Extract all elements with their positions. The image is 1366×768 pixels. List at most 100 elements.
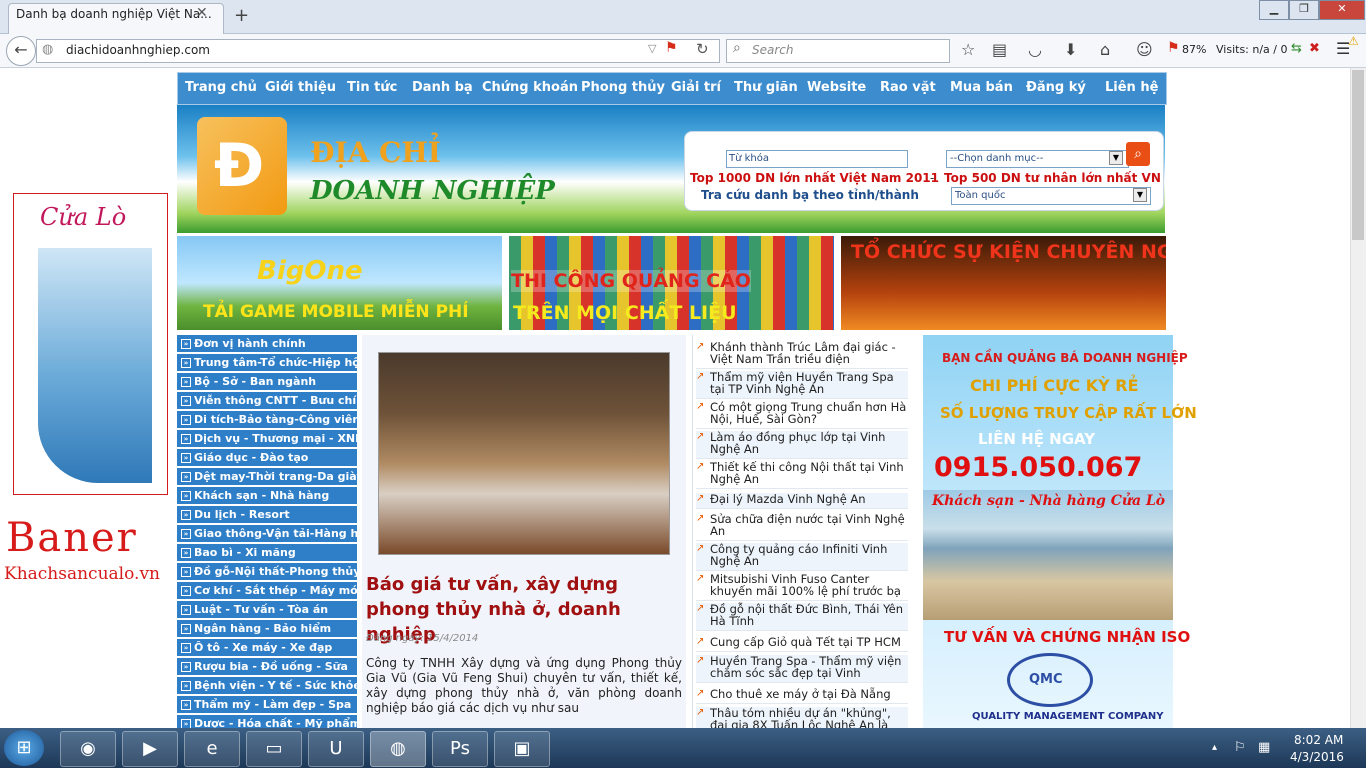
menu-tin-tuc[interactable]: Tin tức [347, 80, 397, 95]
menu-mua-ban[interactable]: Mua bán [950, 80, 1013, 95]
news-item[interactable]: ↗ Mitsubishi Vinh Fuso Canter khuyến mãi … [696, 573, 908, 601]
scrollbar-thumb[interactable] [1352, 70, 1364, 240]
news-item[interactable]: ↗ Sửa chữa điện nước tại Vinh Nghệ An [696, 513, 908, 541]
category-item[interactable]: » Dịch vụ - Thương mại - XNK [177, 430, 357, 449]
clock-date[interactable]: 4/3/2016 [1290, 750, 1344, 764]
unikey-icon[interactable]: U [308, 731, 364, 767]
category-item[interactable]: » Giáo dục - Đào tạo [177, 449, 357, 468]
category-item[interactable]: » Ô tô - Xe máy - Xe đạp [177, 639, 357, 658]
category-item[interactable]: » Luật - Tư vấn - Tòa án [177, 601, 357, 620]
bookmark-star-icon[interactable]: ☆ [961, 40, 975, 59]
pocket-icon[interactable]: ◡ [1028, 40, 1042, 59]
category-item[interactable]: » Khách sạn - Nhà hàng [177, 487, 357, 506]
menu-giai-tri[interactable]: Giải trí [671, 80, 721, 95]
menu-lien-he[interactable]: Liên hệ [1105, 80, 1158, 95]
menu-dang-ky[interactable]: Đăng ký [1026, 80, 1086, 95]
firefox-icon[interactable]: ◍ [370, 731, 426, 767]
news-link[interactable]: Cho thuê xe máy ở tại Đà Nẵng [710, 688, 908, 700]
news-link[interactable]: Thẩm mỹ viện Huyền Trang Spa tại TP Vinh… [710, 371, 908, 395]
chevron-down-icon[interactable]: ▼ [1133, 188, 1147, 202]
clock-time[interactable]: 8:02 AM [1294, 733, 1343, 747]
news-link[interactable]: Đại lý Mazda Vinh Nghệ An [710, 493, 908, 505]
category-item[interactable]: » Bộ - Sở - Ban ngành [177, 373, 357, 392]
chevron-down-icon[interactable]: ▼ [1109, 151, 1123, 165]
banner-to-chuc-su-kien[interactable]: TỔ CHỨC SỰ KIỆN CHUYÊN NGHIỆP [841, 236, 1166, 330]
category-item[interactable]: » Viễn thông CNTT - Bưu chính [177, 392, 357, 411]
minimize-icon[interactable]: ▁ [1259, 0, 1289, 20]
menu-danh-ba[interactable]: Danh bạ [412, 80, 473, 95]
network-icon[interactable]: ▦ [1258, 740, 1270, 755]
top1000-link[interactable]: Top 1000 DN lớn nhất Việt Nam 2011 [690, 171, 939, 185]
news-item[interactable]: ↗ Cung cấp Giỏ quà Tết tại TP HCM [696, 636, 908, 652]
search-submit-icon[interactable]: ⌕ [1126, 142, 1150, 166]
dropdown-icon[interactable]: ▽ [648, 42, 656, 55]
stop-icon[interactable]: ✖ [1309, 41, 1320, 56]
news-item[interactable]: ↗ Làm áo đồng phục lớp tại Vinh Nghệ An [696, 431, 908, 459]
ad-phone-number[interactable]: 0915.050.067 [934, 452, 1142, 483]
news-link[interactable]: Thâu tóm nhiều dự án "khủng", đại gia 8X… [710, 707, 908, 728]
new-tab-icon[interactable]: + [234, 5, 249, 26]
chrome-icon[interactable]: ◉ [60, 731, 116, 767]
reading-list-icon[interactable]: ▤ [992, 40, 1007, 59]
file-explorer-icon[interactable]: ▭ [246, 731, 302, 767]
news-link[interactable]: Thiết kế thi công Nội thất tại Vinh Nghệ… [710, 461, 908, 485]
banner-thi-cong-quang-cao[interactable]: THI CÔNG QUẢNG CÁO TRÊN MỌI CHẤT LIỆU [509, 236, 834, 330]
windows-start-icon[interactable]: ⊞ [4, 730, 44, 766]
menu-thu-gian[interactable]: Thư giãn [734, 80, 798, 95]
category-item[interactable]: » Di tích-Bảo tàng-Công viên [177, 411, 357, 430]
photo-viewer-icon[interactable]: ▣ [494, 731, 550, 767]
province-select[interactable]: Toàn quốc [951, 187, 1151, 205]
home-icon[interactable]: ⌂ [1100, 40, 1110, 59]
back-arrow-icon[interactable]: ← [6, 36, 36, 66]
top500-link[interactable]: Top 500 DN tư nhân lớn nhất VN [944, 171, 1161, 185]
category-item[interactable]: » Đơn vị hành chính [177, 335, 357, 354]
news-link[interactable]: Khánh thành Trúc Lâm đại giác - Việt Nam… [710, 341, 908, 365]
news-item[interactable]: ↗ Cho thuê xe máy ở tại Đà Nẵng [696, 688, 908, 704]
category-item[interactable]: » Trung tâm-Tổ chức-Hiệp hội [177, 354, 357, 373]
media-player-icon[interactable]: ▶ [122, 731, 178, 767]
photoshop-icon[interactable]: Ps [432, 731, 488, 767]
news-link[interactable]: Mitsubishi Vinh Fuso Canter khuyến mãi 1… [710, 573, 908, 597]
category-item[interactable]: » Thẩm mỹ - Làm đẹp - Spa [177, 696, 357, 715]
menu-trang-chu[interactable]: Trang chủ [185, 80, 257, 95]
category-item[interactable]: » Dệt may-Thời trang-Da giày [177, 468, 357, 487]
search-placeholder[interactable]: Search [752, 43, 794, 57]
flag-icon[interactable]: ⚑ [665, 40, 678, 56]
category-select[interactable]: --Chọn danh mục-- [946, 150, 1129, 168]
category-item[interactable]: » Bệnh viện - Y tế - Sức khỏe [177, 677, 357, 696]
news-item[interactable]: ↗ Đại lý Mazda Vinh Nghệ An [696, 493, 908, 509]
news-item[interactable]: ↗ Công ty quảng cáo Infiniti Vinh Nghệ An [696, 543, 908, 571]
menu-chung-khoan[interactable]: Chứng khoán [482, 80, 578, 95]
menu-gioi-thieu[interactable]: Giới thiệu [265, 80, 336, 95]
news-item[interactable]: ↗ Thâu tóm nhiều dự án "khủng", đại gia 8… [696, 707, 908, 729]
action-center-icon[interactable]: ⚐ [1234, 740, 1246, 755]
category-item[interactable]: » Bao bì - Xi măng [177, 544, 357, 563]
news-link[interactable]: Sửa chữa điện nước tại Vinh Nghệ An [710, 513, 908, 537]
menu-website[interactable]: Website [807, 80, 866, 95]
news-link[interactable]: Cung cấp Giỏ quà Tết tại TP HCM [710, 636, 908, 648]
banner-bigone-game[interactable]: BigOne TẢI GAME MOBILE MIỄN PHÍ [177, 236, 502, 330]
category-item[interactable]: » Cơ khí - Sắt thép - Máy móc [177, 582, 357, 601]
menu-phong-thuy[interactable]: Phong thủy [581, 80, 665, 95]
category-item[interactable]: » Giao thông-Vận tải-Hàng hải [177, 525, 357, 544]
chat-icon[interactable]: ☺ [1136, 40, 1153, 59]
news-item[interactable]: ↗ Có một giọng Trung chuẩn hơn Hà Nội, Hu… [696, 401, 908, 429]
internet-explorer-icon[interactable]: e [184, 731, 240, 767]
reload-icon[interactable]: ↻ [696, 40, 709, 58]
tray-expand-icon[interactable]: ▴ [1212, 742, 1217, 753]
url-text[interactable]: diachidoanhnghiep.com [66, 43, 210, 57]
category-item[interactable]: » Ngân hàng - Bảo hiểm [177, 620, 357, 639]
keyword-input[interactable]: Từ khóa [726, 150, 908, 168]
news-item[interactable]: ↗ Thẩm mỹ viện Huyền Trang Spa tại TP Vin… [696, 371, 908, 399]
tab-close-icon[interactable]: ✕ [196, 5, 208, 21]
window-close-icon[interactable]: ✕ [1319, 0, 1365, 20]
news-item[interactable]: ↗ Huyền Trang Spa - Thẩm mỹ viện chăm sóc… [696, 655, 908, 683]
flag-counter-icon[interactable]: ⚑ [1167, 40, 1180, 56]
baner-site-label[interactable]: Khachsancualo.vn [4, 564, 160, 584]
news-link[interactable]: Đồ gỗ nội thất Đức Bình, Thái Yên Hà Tĩn… [710, 603, 908, 627]
download-icon[interactable]: ⬇ [1064, 40, 1077, 59]
refresh-green-icon[interactable]: ⇆ [1291, 41, 1302, 56]
menu-rao-vat[interactable]: Rao vặt [880, 80, 936, 95]
news-item[interactable]: ↗ Thiết kế thi công Nội thất tại Vinh Ngh… [696, 461, 908, 489]
news-link[interactable]: Làm áo đồng phục lớp tại Vinh Nghệ An [710, 431, 908, 455]
